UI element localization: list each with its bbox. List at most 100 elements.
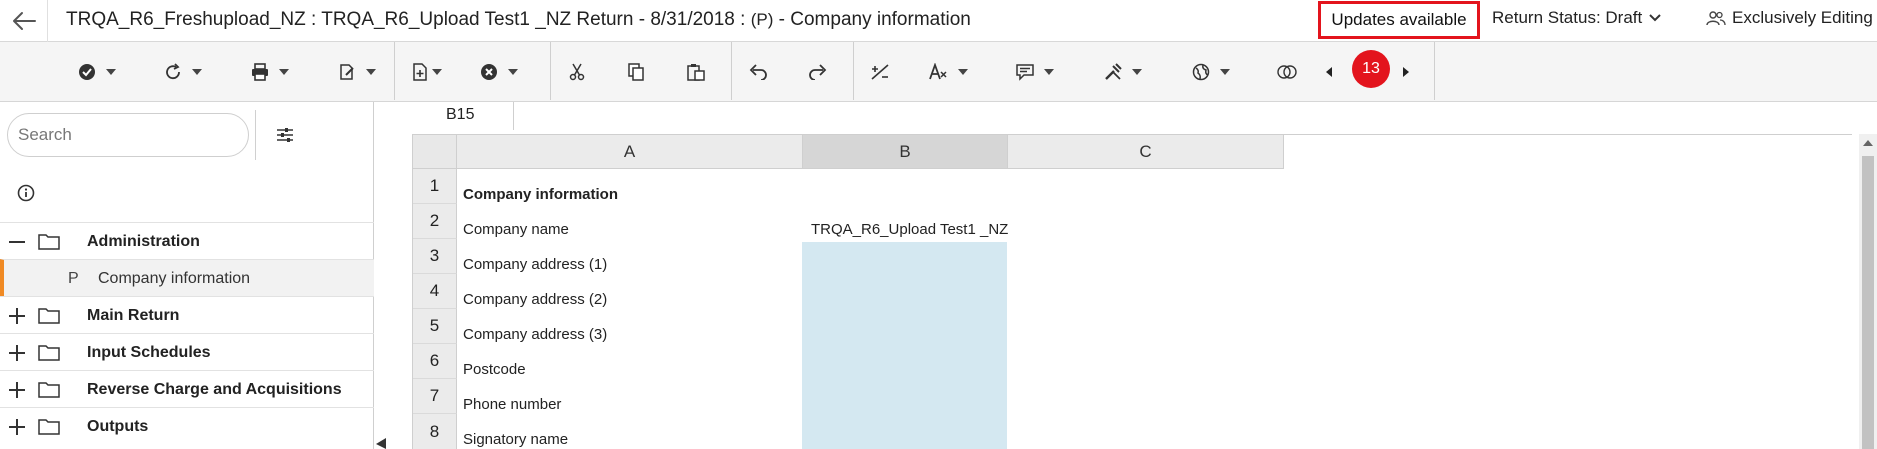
panel-collapse-icon[interactable] — [374, 438, 388, 449]
comment-button[interactable] — [1016, 60, 1054, 84]
return-status-label: Return Status: Draft — [1492, 8, 1643, 27]
font-style-icon — [929, 63, 947, 80]
cell-a1[interactable]: Company information — [463, 186, 618, 203]
row-header[interactable]: 1 — [413, 169, 457, 204]
print-icon — [252, 63, 268, 81]
tree-node-label: Input Schedules — [87, 344, 211, 361]
sliders-icon — [277, 128, 293, 142]
tree-node-label: Reverse Charge and Acquisitions — [87, 381, 342, 398]
tree-node-reverse-charge[interactable]: Reverse Charge and Acquisitions — [0, 370, 374, 407]
updates-available-button[interactable]: Updates available — [1318, 1, 1480, 39]
cell-reference-box[interactable]: B15 — [414, 102, 514, 130]
row-header[interactable]: 2 — [413, 204, 457, 239]
scrollbar-thumb[interactable] — [1862, 156, 1874, 449]
prev-notification-button[interactable] — [1325, 60, 1333, 84]
check-button[interactable] — [78, 60, 116, 84]
cell-b2[interactable]: TRQA_R6_Upload Test1 _NZ — [811, 221, 1008, 238]
toolbar — [0, 42, 1877, 102]
notification-count-badge[interactable]: 13 — [1352, 50, 1390, 88]
print-button[interactable] — [251, 60, 289, 84]
spreadsheet-grid: A B C 1 2 3 4 5 6 7 8 Company informatio… — [412, 134, 1852, 449]
tree-node-outputs[interactable]: Outputs — [0, 407, 374, 444]
cell-a7[interactable]: Phone number — [463, 396, 561, 413]
cell-a6[interactable]: Postcode — [463, 361, 526, 378]
column-header-c[interactable]: C — [1008, 135, 1284, 169]
tree-node-administration[interactable]: Administration — [0, 222, 374, 259]
remove-button[interactable] — [480, 60, 518, 84]
cell-a8[interactable]: Signatory name — [463, 431, 568, 448]
select-all-corner[interactable] — [413, 135, 457, 169]
caret-down-icon — [366, 69, 376, 75]
edit-export-icon — [340, 64, 354, 80]
tree-node-company-information[interactable]: P Company information — [0, 259, 374, 296]
filter-button[interactable] — [272, 122, 298, 148]
arrow-left-icon — [12, 12, 36, 30]
redo-button[interactable] — [808, 60, 828, 84]
tree-node-input-schedules[interactable]: Input Schedules — [0, 333, 374, 370]
row-header[interactable]: 6 — [413, 344, 457, 379]
vertical-scrollbar[interactable] — [1859, 134, 1877, 449]
return-status-dropdown[interactable]: Return Status: Draft — [1492, 8, 1662, 28]
paste-button[interactable] — [687, 60, 705, 84]
folder-icon — [38, 382, 60, 398]
tree-node-label: Main Return — [87, 307, 180, 324]
input-cells-b3-b8[interactable] — [802, 242, 1007, 449]
cell-a2[interactable]: Company name — [463, 221, 569, 238]
remove-circle-icon — [481, 64, 497, 80]
collapse-icon — [9, 241, 25, 243]
cell-a4[interactable]: Company address (2) — [463, 291, 607, 308]
copy-icon — [628, 63, 644, 81]
column-header-a[interactable]: A — [457, 135, 803, 169]
expand-icon — [9, 419, 25, 435]
users-icon — [1706, 11, 1726, 26]
folder-icon — [38, 419, 60, 435]
toolbar-separator — [731, 42, 732, 100]
tree-node-label: Outputs — [87, 418, 149, 435]
override-button[interactable] — [870, 60, 890, 84]
undo-button[interactable] — [748, 60, 768, 84]
row-header[interactable]: 4 — [413, 274, 457, 309]
cell-a5[interactable]: Company address (3) — [463, 326, 607, 343]
next-notification-button[interactable] — [1402, 60, 1410, 84]
caret-down-icon — [508, 69, 518, 75]
folder-icon — [38, 345, 60, 361]
row-header[interactable]: 3 — [413, 239, 457, 274]
redo-icon — [809, 64, 827, 80]
caret-down-icon — [1044, 69, 1054, 75]
title-tail: - Company information — [773, 9, 971, 30]
expand-icon — [9, 308, 25, 324]
add-form-button[interactable] — [412, 60, 442, 84]
edit-export-button[interactable] — [338, 60, 376, 84]
toolbar-separator — [550, 42, 551, 100]
search-input[interactable] — [18, 125, 238, 145]
override-icon — [871, 64, 889, 80]
spreadsheet-area: B15 A B C 1 2 3 4 5 6 7 8 Company inform… — [374, 102, 1877, 449]
info-button[interactable] — [16, 183, 36, 203]
form-tree: Administration P Company information Mai… — [0, 222, 374, 444]
column-header-b[interactable]: B — [803, 135, 1008, 169]
globe-icon — [1192, 63, 1210, 81]
undo-icon — [749, 64, 767, 80]
tools-button[interactable] — [1104, 60, 1142, 84]
page-title: TRQA_R6_Freshupload_NZ : TRQA_R6_Upload … — [66, 9, 971, 31]
back-button[interactable] — [0, 0, 48, 42]
compare-icon — [1277, 65, 1297, 79]
exclusive-editing-indicator[interactable]: Exclusively Editing — [1706, 8, 1873, 28]
globe-button[interactable] — [1192, 60, 1230, 84]
app-header: TRQA_R6_Freshupload_NZ : TRQA_R6_Upload … — [0, 0, 1877, 42]
row-header[interactable]: 8 — [413, 414, 457, 449]
check-circle-icon — [79, 64, 95, 80]
font-style-button[interactable] — [928, 60, 968, 84]
search-divider — [255, 110, 256, 160]
caret-down-icon — [432, 69, 442, 75]
copy-button[interactable] — [628, 60, 644, 84]
refresh-button[interactable] — [164, 60, 202, 84]
cell-a3[interactable]: Company address (1) — [463, 256, 607, 273]
compare-button[interactable] — [1277, 60, 1297, 84]
updates-label: Updates available — [1331, 10, 1467, 29]
row-header[interactable]: 7 — [413, 379, 457, 414]
row-header[interactable]: 5 — [413, 309, 457, 344]
tree-node-main-return[interactable]: Main Return — [0, 296, 374, 333]
paste-icon — [687, 64, 705, 81]
cut-button[interactable] — [569, 60, 585, 84]
